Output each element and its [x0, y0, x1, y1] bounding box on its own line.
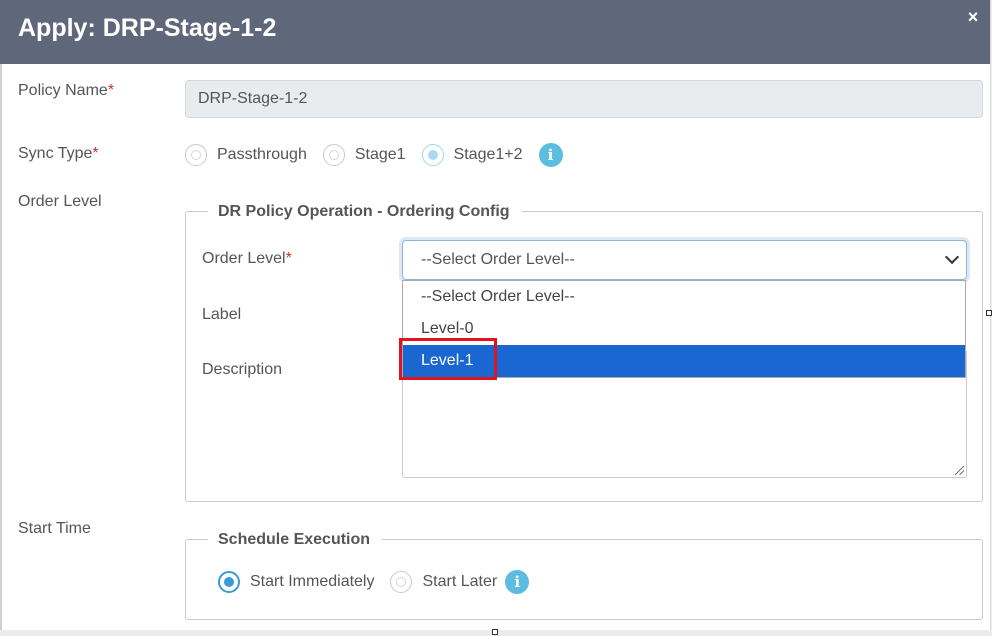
info-icon[interactable]: i: [505, 570, 530, 594]
order-level-label: Order Level*: [202, 250, 292, 268]
label-field-label: Label: [202, 306, 242, 323]
radio-checked-icon: [218, 571, 240, 593]
description-label: Description: [202, 361, 283, 378]
resize-handle[interactable]: [986, 310, 992, 316]
policy-name-label-text: Policy Name: [18, 82, 108, 99]
required-marker: *: [107, 82, 115, 99]
dropdown-option[interactable]: --Select Order Level--: [403, 281, 965, 313]
dialog-left-border: [0, 64, 2, 630]
policy-name-field[interactable]: DRP-Stage-1-2: [185, 80, 983, 118]
sync-type-stage1-2-radio[interactable]: Stage1+2: [421, 144, 523, 166]
required-marker: *: [285, 250, 292, 267]
sync-type-label: Sync Type*: [18, 145, 99, 163]
radio-label: Start Later: [422, 573, 498, 590]
resize-handle[interactable]: [492, 629, 498, 635]
info-icon[interactable]: i: [538, 143, 563, 167]
sync-type-label-text: Sync Type: [18, 145, 93, 162]
required-marker: *: [92, 145, 99, 162]
radio-label: Start Immediately: [250, 573, 375, 590]
order-level-label-text: Order Level: [202, 250, 286, 267]
schedule-execution-fieldset: Schedule Execution Start Immediately Sta…: [185, 530, 983, 620]
ordering-config-legend: DR Policy Operation - Ordering Config: [208, 202, 522, 222]
sync-type-passthrough-radio[interactable]: Passthrough: [185, 144, 307, 166]
order-level-section-label: Order Level: [18, 193, 102, 210]
order-level-select-value: --Select Order Level--: [421, 251, 575, 268]
radio-circle-icon: [390, 571, 413, 593]
sync-type-stage1-radio[interactable]: Stage1: [322, 144, 406, 166]
dialog-header: Apply: DRP-Stage-1-2 ×: [0, 0, 990, 64]
radio-checked-icon: [421, 144, 444, 166]
schedule-radio-group: Start Immediately Start Later i: [218, 570, 530, 594]
start-time-label: Start Time: [18, 520, 91, 537]
radio-label: Stage1+2: [453, 146, 523, 163]
close-icon[interactable]: ×: [964, 8, 982, 26]
start-later-radio[interactable]: Start Later: [390, 571, 497, 593]
radio-label: Stage1: [354, 146, 406, 163]
sync-type-radio-group: Passthrough Stage1 Stage1+2 i: [185, 142, 563, 168]
resize-handle-icon[interactable]: [955, 466, 964, 475]
order-level-select[interactable]: --Select Order Level--: [402, 240, 967, 280]
policy-name-label: Policy Name*: [18, 82, 114, 100]
chevron-down-icon: [944, 249, 960, 265]
schedule-execution-legend: Schedule Execution: [208, 530, 383, 550]
radio-label: Passthrough: [217, 146, 307, 163]
annotation-highlight-box: [399, 338, 497, 380]
radio-circle-icon: [185, 144, 207, 166]
start-immediately-radio[interactable]: Start Immediately: [218, 571, 374, 593]
radio-circle-icon: [322, 144, 345, 166]
dialog-title: Apply: DRP-Stage-1-2: [18, 14, 277, 42]
